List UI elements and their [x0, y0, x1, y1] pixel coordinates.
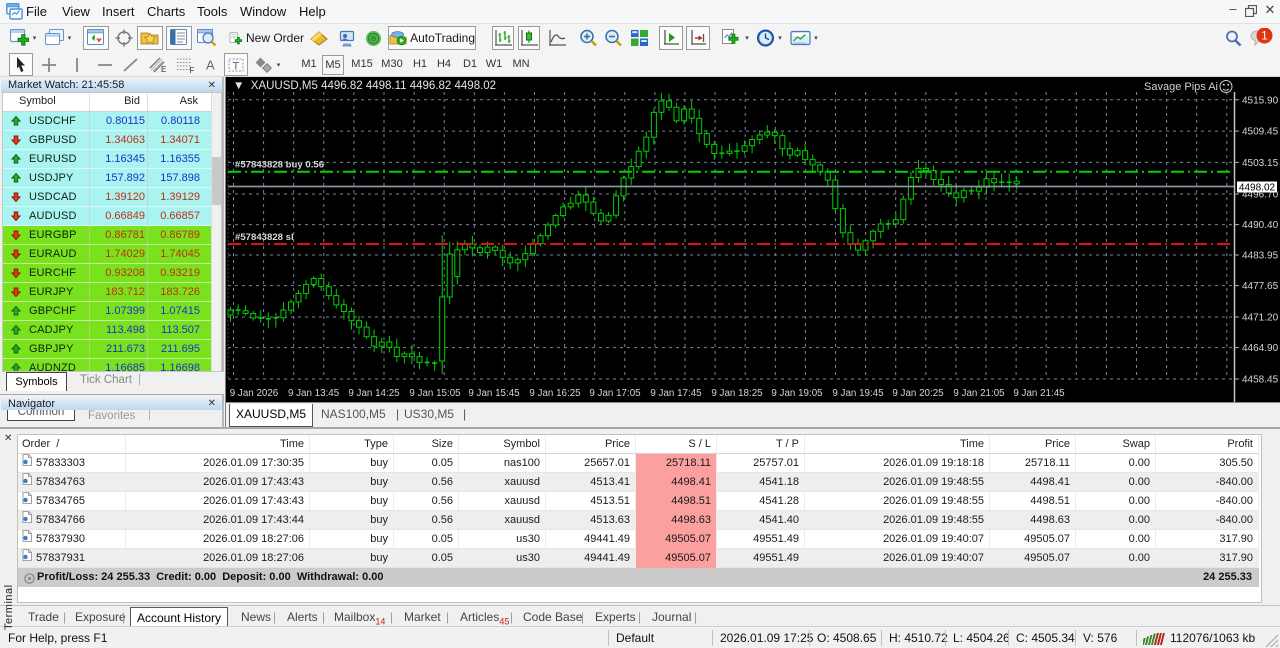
- svg-text:4503.15: 4503.15: [1242, 158, 1279, 169]
- svg-text:T: T: [232, 60, 239, 72]
- svg-text:4509.45: 4509.45: [1242, 127, 1279, 138]
- svg-text:9 Jan 21:05: 9 Jan 21:05: [953, 388, 1005, 399]
- svg-text:9 Jan 17:05: 9 Jan 17:05: [589, 388, 641, 399]
- svg-text:4477.65: 4477.65: [1242, 281, 1279, 292]
- svg-text:F: F: [190, 66, 195, 74]
- svg-text:4464.90: 4464.90: [1242, 343, 1279, 354]
- svg-text:4515.90: 4515.90: [1242, 95, 1279, 106]
- svg-text:E: E: [161, 65, 166, 74]
- svg-text:4490.40: 4490.40: [1242, 220, 1279, 231]
- svg-text:9 Jan 15:45: 9 Jan 15:45: [468, 388, 520, 399]
- svg-text:4483.95: 4483.95: [1242, 251, 1279, 262]
- svg-text:9 Jan 21:45: 9 Jan 21:45: [1013, 388, 1065, 399]
- svg-text:A: A: [206, 57, 215, 72]
- svg-text:9 Jan 20:25: 9 Jan 20:25: [892, 388, 944, 399]
- svg-text:#57843828 buy 0.56: #57843828 buy 0.56: [235, 160, 324, 171]
- svg-text:#57843828 sl: #57843828 sl: [235, 232, 294, 243]
- svg-text:9 Jan 16:25: 9 Jan 16:25: [529, 388, 581, 399]
- svg-text:9 Jan 19:45: 9 Jan 19:45: [832, 388, 884, 399]
- svg-text:9 Jan 15:05: 9 Jan 15:05: [409, 388, 461, 399]
- svg-text:4471.20: 4471.20: [1242, 313, 1279, 324]
- svg-text:4498.02: 4498.02: [1239, 182, 1276, 193]
- svg-text:4458.45: 4458.45: [1242, 375, 1279, 386]
- svg-text:▼ XAUUSD,M5 4496.82 4498.11: ▼ XAUUSD,M5 4496.82 4498.11 4496.82 4498…: [233, 80, 496, 92]
- svg-text:9 Jan 19:05: 9 Jan 19:05: [771, 388, 823, 399]
- svg-text:9 Jan 2026: 9 Jan 2026: [230, 388, 279, 399]
- svg-text:9 Jan 17:45: 9 Jan 17:45: [650, 388, 702, 399]
- svg-text:Savage Pips Ai: Savage Pips Ai: [1144, 81, 1218, 93]
- svg-text:9 Jan 13:45: 9 Jan 13:45: [288, 388, 340, 399]
- svg-text:9 Jan 14:25: 9 Jan 14:25: [348, 388, 400, 399]
- svg-text:1: 1: [1261, 31, 1267, 43]
- svg-text:9 Jan 18:25: 9 Jan 18:25: [711, 388, 763, 399]
